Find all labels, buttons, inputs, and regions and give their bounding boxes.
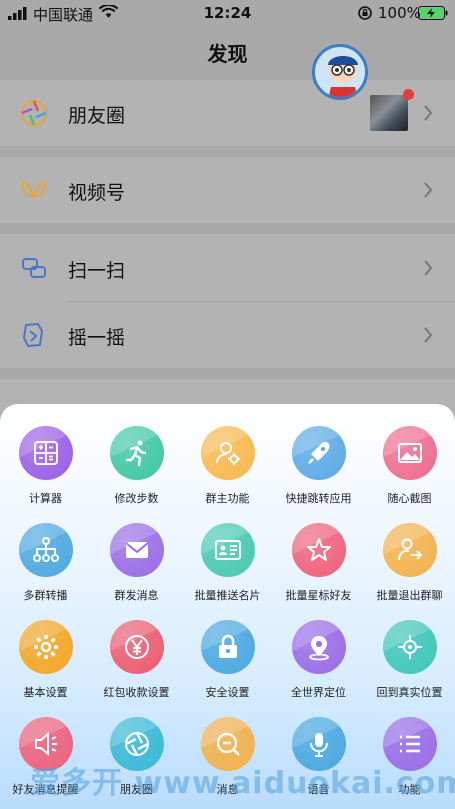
- list-icon: [399, 735, 420, 753]
- tool-label: 批量推送名片: [194, 589, 261, 602]
- lock-icon: [218, 634, 237, 658]
- rotation-lock-icon: [358, 6, 372, 20]
- channels-row[interactable]: 视频号: [0, 157, 455, 223]
- tool-item[interactable]: 红包收款设置: [91, 620, 182, 700]
- tool-item[interactable]: 修改步数: [91, 426, 182, 506]
- tool-item[interactable]: 多群转播: [0, 523, 91, 603]
- crosshair-icon: [397, 635, 422, 659]
- chevron-right-icon: [424, 327, 433, 343]
- tool-icon-circle: [18, 426, 73, 480]
- watermark: 爱多开 www.aiduokai.com: [30, 766, 455, 801]
- status-bar: 中国联通 12:24 100%: [0, 0, 455, 26]
- tool-icon-circle: [18, 523, 73, 577]
- tool-item[interactable]: 计算器: [0, 426, 91, 506]
- image-icon: [397, 443, 422, 463]
- shake-row[interactable]: 摇一摇: [0, 302, 455, 368]
- channels-label: 视频号: [68, 182, 126, 204]
- tool-icon-circle: [382, 523, 437, 577]
- tool-icon-circle: [109, 620, 164, 674]
- aperture-icon: [124, 732, 149, 756]
- card-icon: [214, 540, 241, 560]
- tool-label: 快捷跳转应用: [285, 492, 352, 505]
- scan-shake-group: 扫一扫 摇一摇: [0, 234, 455, 368]
- tool-icon-circle: [291, 523, 346, 577]
- tool-item[interactable]: 全世界定位: [273, 620, 364, 700]
- tool-item[interactable]: 安全设置: [182, 620, 273, 700]
- tool-icon-circle: [382, 426, 437, 480]
- tool-label: 群发消息: [114, 589, 159, 602]
- tool-icon-circle: [291, 620, 346, 674]
- star-icon: [306, 538, 331, 561]
- tool-item[interactable]: 随心截图: [364, 426, 455, 506]
- calculator-icon: [33, 441, 58, 465]
- tool-item[interactable]: 群主功能: [182, 426, 273, 506]
- tool-label: 群主功能: [205, 492, 250, 505]
- tool-icon-circle: [200, 523, 255, 577]
- tool-item[interactable]: 批量星标好友: [273, 523, 364, 603]
- battery-percent: 100%: [378, 4, 421, 22]
- tool-item[interactable]: 基本设置: [0, 620, 91, 700]
- channels-icon: [21, 180, 47, 199]
- tool-label: 修改步数: [114, 492, 159, 505]
- chevron-right-icon: [424, 105, 433, 121]
- tool-icon-circle: [200, 620, 255, 674]
- rocket-icon: [307, 442, 329, 464]
- chevron-right-icon: [424, 182, 433, 198]
- moments-label: 朋友圈: [68, 105, 126, 127]
- battery-charging-icon: [418, 6, 448, 20]
- tool-label: 安全设置: [205, 686, 250, 699]
- running-icon: [125, 440, 146, 467]
- tool-label: 全世界定位: [291, 686, 346, 699]
- tool-item[interactable]: 快捷跳转应用: [273, 426, 364, 506]
- tool-item[interactable]: 批量推送名片: [182, 523, 273, 603]
- scan-icon: [22, 258, 46, 278]
- speaker-icon: [34, 731, 57, 757]
- zoom-out-icon: [216, 732, 240, 756]
- mic-icon: [309, 733, 328, 757]
- tool-label: 红包收款设置: [103, 686, 170, 699]
- tool-label: 计算器: [29, 492, 62, 505]
- tool-label: 回到真实位置: [376, 686, 443, 699]
- chevron-right-icon: [424, 260, 433, 276]
- tool-icon-circle: [109, 523, 164, 577]
- network-icon: [32, 537, 59, 562]
- tool-label: 随心截图: [387, 492, 432, 505]
- page-title: 发现: [207, 42, 248, 66]
- user-gear-icon: [215, 442, 240, 465]
- moments-thumbnail: [370, 95, 408, 131]
- tool-label: 多群转播: [23, 589, 68, 602]
- tool-label: 基本设置: [23, 686, 68, 699]
- new-badge-dot: [403, 89, 414, 100]
- tool-item[interactable]: 批量退出群聊: [364, 523, 455, 603]
- yuan-icon: [124, 635, 149, 659]
- tool-icon-circle: [291, 426, 346, 480]
- scan-label: 扫一扫: [68, 260, 126, 282]
- aperture-icon: [21, 100, 47, 126]
- tool-item[interactable]: 群发消息: [91, 523, 182, 603]
- gear-icon: [33, 635, 58, 659]
- exit-icon: [397, 538, 422, 561]
- tool-label: 批量星标好友: [285, 589, 352, 602]
- tools-panel: 计算器 修改步数 群主功能 快捷跳转应用 随心截图多群转播 群发消息 批量推送名片 批量星标好…: [0, 404, 455, 809]
- tool-item[interactable]: 回到真实位置: [364, 620, 455, 700]
- scan-row[interactable]: 扫一扫: [0, 234, 455, 301]
- shake-label: 摇一摇: [68, 327, 126, 349]
- tool-icon-circle: [200, 426, 255, 480]
- mail-icon: [124, 542, 149, 558]
- mascot-avatar[interactable]: [312, 44, 368, 100]
- tool-icon-circle: [18, 620, 73, 674]
- tool-icon-circle: [382, 620, 437, 674]
- tool-label: 批量退出群聊: [376, 589, 443, 602]
- location-icon: [308, 636, 329, 661]
- tool-icon-circle: [109, 426, 164, 480]
- shake-icon: [22, 322, 44, 348]
